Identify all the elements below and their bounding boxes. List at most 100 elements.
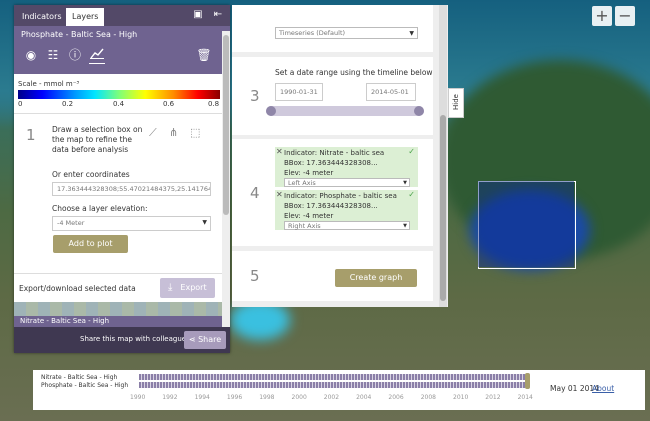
add-to-plot-button[interactable]: Add to plot	[53, 235, 128, 253]
scale-tick: 0.2	[62, 100, 74, 108]
step-number: 3	[250, 87, 260, 105]
remove-icon[interactable]: ✕	[276, 147, 283, 156]
scale-tick: 0.6	[163, 100, 175, 108]
indicator-elevation: Elev: -4 meter	[284, 169, 334, 177]
timeline: Nitrate - Baltic Sea - High Phosphate - …	[33, 370, 645, 410]
timeline-year-label: 2004	[356, 394, 372, 401]
graph-type-step: Timeseries (Default) ▼	[232, 5, 433, 52]
scale-legend: Scale - mmol m⁻³	[14, 74, 230, 118]
selection-overlay	[478, 181, 574, 267]
hide-panel-tab[interactable]: Hide	[448, 88, 464, 118]
indicator-bbox: BBox: 17.363444328308...	[284, 159, 378, 167]
indicator-card-phosphate: ✕ ✓ Indicator: Phosphate - baltic sea BB…	[275, 190, 418, 230]
date-range-label: Set a date range using the timeline belo…	[275, 68, 433, 77]
briefcase-icon[interactable]: ▣	[192, 9, 204, 21]
share-button[interactable]: ⋖ Share	[184, 331, 226, 349]
timeline-year-label: 2006	[388, 394, 404, 401]
tab-layers[interactable]: Layers	[66, 8, 105, 26]
selection-instruction: Draw a selection box on the map to refin…	[52, 125, 143, 154]
axis-select[interactable]: Right Axis ▼	[284, 221, 410, 230]
check-icon: ✓	[408, 147, 415, 156]
chevron-down-icon: ▼	[202, 219, 207, 226]
date-range-step: 3 Set a date range using the timeline be…	[232, 57, 433, 135]
share-button-label: Share	[198, 335, 222, 344]
indicator-bbox: BBox: 17.363444328308...	[284, 202, 378, 210]
mid-scrollbar[interactable]	[439, 5, 447, 307]
scrollbar-thumb[interactable]	[440, 115, 446, 301]
check-icon: ✓	[408, 190, 415, 199]
export-row: Export/download selected data ⤓ Export	[14, 273, 222, 302]
chevron-down-icon: ▼	[403, 223, 407, 229]
axis-value: Left Axis	[288, 179, 316, 187]
timeline-year-label: 1992	[162, 394, 178, 401]
tab-indicators[interactable]: Indicators	[16, 8, 68, 26]
indicator-name: Indicator: Nitrate - baltic sea	[284, 149, 385, 157]
step-number: 5	[250, 267, 260, 285]
share-row: Share this map with colleagues ⋖ Share	[14, 327, 230, 353]
timeline-year-label: 2008	[420, 394, 436, 401]
timeline-track-phosphate[interactable]	[139, 382, 527, 388]
scale-tick: 0.8	[208, 100, 220, 108]
timeline-year-label: 2012	[485, 394, 501, 401]
elevation-label: Choose a layer elevation:	[52, 204, 148, 213]
layer-header: Phosphate - Baltic Sea - High ◉ ☷ ⓘ 🗑	[14, 26, 230, 74]
date-range-slider[interactable]	[266, 106, 424, 116]
eye-icon[interactable]: ◉	[23, 47, 39, 63]
download-icon: ⤓	[168, 282, 173, 293]
indicator-elevation: Elev: -4 meter	[284, 212, 334, 220]
clear-selection-icon[interactable]: ⬚	[190, 126, 204, 140]
map-strip	[14, 302, 222, 316]
layer-settings-icon[interactable]: ☷	[45, 47, 61, 63]
step-number: 1	[26, 126, 36, 144]
scrollbar-thumb[interactable]	[223, 35, 229, 215]
indicator-card-nitrate: ✕ ✓ Indicator: Nitrate - baltic sea BBox…	[275, 147, 418, 187]
selection-step: 1 Draw a selection box on the map to ref…	[14, 113, 222, 272]
chevron-down-icon: ▼	[403, 180, 407, 186]
draw-line-icon[interactable]: ⟋	[149, 126, 163, 140]
scale-tick: 0.4	[113, 100, 125, 108]
start-date-input[interactable]: 1990-01-31	[275, 83, 323, 101]
elevation-select[interactable]: -4 Meter ▼	[52, 216, 211, 231]
share-label: Share this map with colleagues	[80, 335, 190, 343]
export-label: Export/download selected data	[19, 284, 136, 293]
collapse-panel-icon[interactable]: ⇤	[212, 9, 224, 21]
scale-colorbar	[18, 90, 220, 99]
zoom-in-button[interactable]: +	[592, 6, 612, 26]
timeline-year-label: 2002	[323, 394, 340, 401]
graph-type-select[interactable]: Timeseries (Default) ▼	[275, 27, 418, 39]
coordinates-input[interactable]: 17.363444328308;55.47021484375,25.141764…	[52, 182, 211, 196]
collapsed-layer-row[interactable]: Nitrate - Baltic Sea - High	[14, 316, 222, 327]
timeline-year-label: 1998	[259, 394, 275, 401]
slider-start-handle[interactable]	[266, 106, 276, 116]
layer-title: Phosphate - Baltic Sea - High	[21, 30, 138, 39]
info-icon[interactable]: ⓘ	[67, 47, 83, 63]
scale-tick: 0	[18, 100, 23, 108]
step-number: 4	[250, 184, 260, 202]
indicator-name: Indicator: Phosphate - baltic sea	[284, 192, 397, 200]
remove-icon[interactable]: ✕	[276, 190, 283, 199]
layers-panel: Indicators Layers ▣ ⇤ Phosphate - Baltic…	[14, 5, 230, 353]
create-graph-button[interactable]: Create graph	[335, 269, 417, 287]
end-date-input[interactable]: 2014-05-01	[366, 83, 416, 101]
share-icon: ⋖	[188, 335, 196, 344]
create-graph-step: 5 Create graph	[232, 251, 433, 301]
coords-label: Or enter coordinates	[52, 170, 130, 179]
timeline-track-nitrate[interactable]	[139, 374, 527, 380]
network-icon[interactable]: ⋔	[169, 126, 183, 140]
timeline-layer-label: Phosphate - Baltic Sea - High	[41, 382, 129, 389]
axis-select[interactable]: Left Axis ▼	[284, 178, 410, 187]
panel-tabs: Indicators Layers ▣ ⇤	[14, 5, 230, 26]
export-button-label: Export	[180, 283, 207, 292]
slider-end-handle[interactable]	[414, 106, 424, 116]
about-link[interactable]: About	[592, 384, 614, 393]
timeline-handle[interactable]	[525, 373, 530, 389]
timeline-year-label: 1990	[130, 394, 146, 401]
timeline-year-label: 2014	[517, 394, 533, 401]
trash-icon[interactable]: 🗑	[196, 47, 212, 63]
timeline-year-label: 1994	[194, 394, 210, 401]
export-button[interactable]: ⤓ Export	[160, 278, 215, 298]
chart-icon[interactable]	[89, 47, 105, 64]
scale-label: Scale - mmol m⁻³	[18, 80, 80, 88]
panel-scrollbar[interactable]	[222, 31, 230, 327]
zoom-out-button[interactable]: −	[615, 6, 635, 26]
